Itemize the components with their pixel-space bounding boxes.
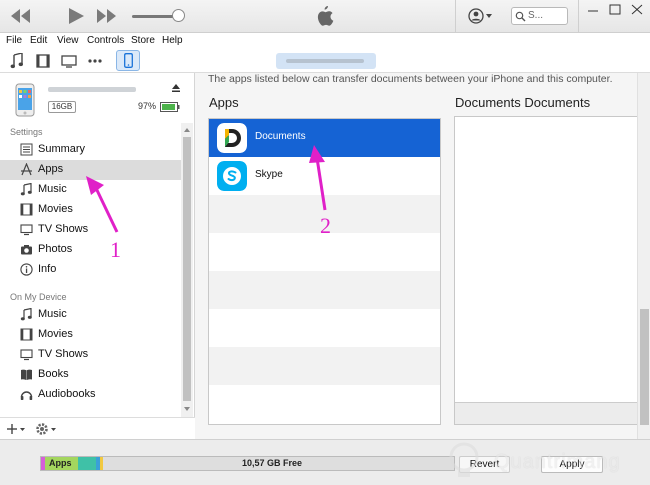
capacity-segment-media <box>78 457 96 470</box>
capacity-bar: Apps 10,57 GB Free <box>40 456 455 471</box>
lightbulb-logo-icon <box>449 442 479 477</box>
annotation-arrows <box>86 145 327 233</box>
watermark-text: Quantrimang <box>494 451 621 473</box>
watermark-logo: Quantrimang <box>434 437 648 483</box>
capacity-free-label: 10,57 GB Free <box>242 458 303 468</box>
annotation-number-1: 1 <box>110 237 121 262</box>
annotation-arrow-1 <box>86 176 119 233</box>
annotation-arrow-2 <box>309 145 327 211</box>
capacity-apps-label: Apps <box>49 458 72 468</box>
capacity-segment-misc <box>100 457 103 470</box>
annotation-number-2: 2 <box>320 213 331 238</box>
